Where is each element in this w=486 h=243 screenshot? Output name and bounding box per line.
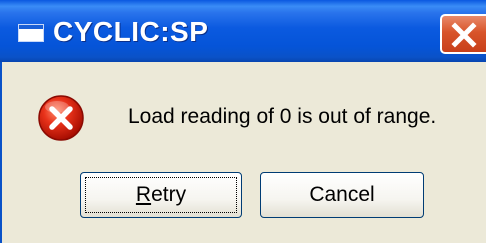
window-title: CYCLIC:SP bbox=[53, 16, 209, 47]
retry-label-rest: etry bbox=[151, 183, 187, 206]
title-bar[interactable]: CYCLIC:SP bbox=[0, 0, 486, 62]
retry-label: Retry bbox=[136, 183, 186, 206]
message-dialog: CYCLIC:SP Load reading of 0 is out of ra… bbox=[0, 0, 486, 243]
cancel-label: Cancel bbox=[309, 183, 375, 206]
retry-button[interactable]: Retry bbox=[80, 172, 242, 218]
retry-mnemonic: R bbox=[135, 183, 152, 206]
close-icon bbox=[451, 22, 477, 48]
window-icon[interactable] bbox=[18, 24, 44, 42]
close-button[interactable] bbox=[440, 14, 486, 54]
cancel-button[interactable]: Cancel bbox=[260, 172, 424, 218]
error-icon bbox=[38, 95, 84, 141]
window-frame bbox=[0, 62, 2, 243]
error-message: Load reading of 0 is out of range. bbox=[128, 105, 437, 128]
